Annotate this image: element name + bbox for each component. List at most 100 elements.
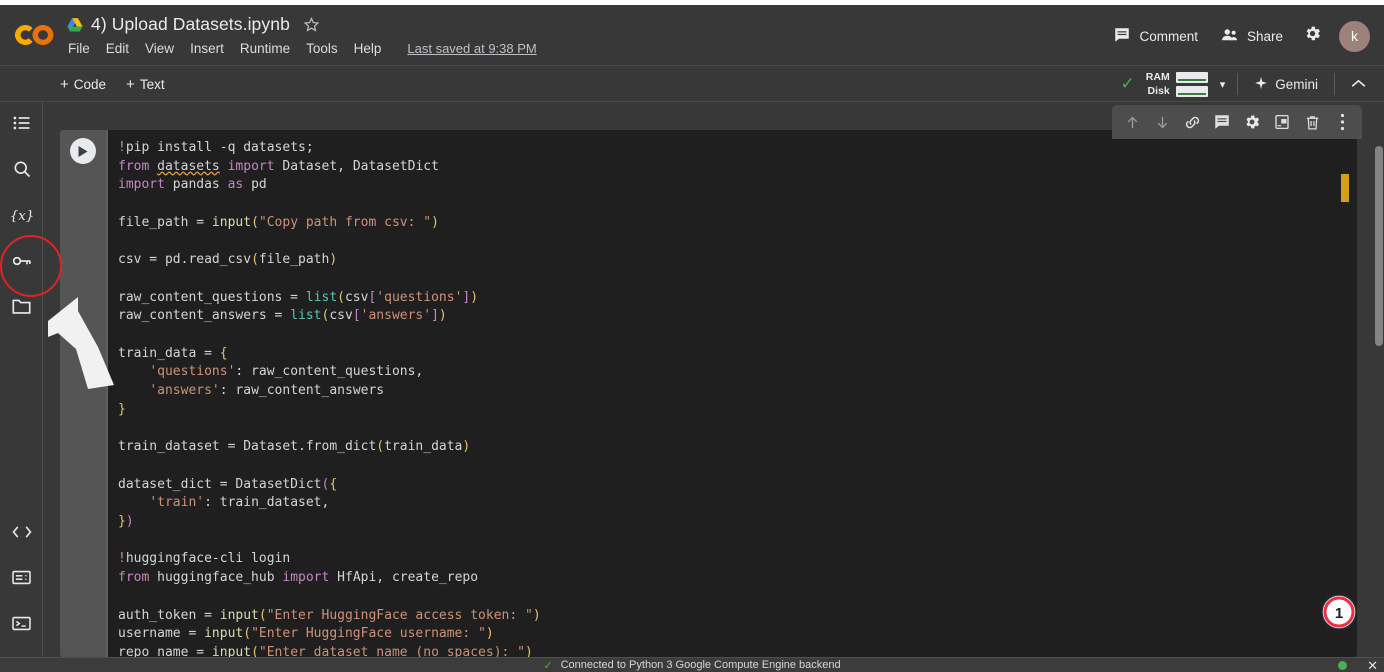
sidebar-top-group: {x}	[0, 102, 43, 332]
code-line	[118, 196, 126, 211]
colab-window: 4) Upload Datasets.ipynb File Edit View …	[0, 0, 1384, 672]
code-line	[118, 589, 126, 604]
svg-text:{x}: {x}	[11, 209, 33, 224]
ram-bar	[1176, 72, 1208, 83]
status-bar: ✓ Connected to Python 3 Google Compute E…	[0, 657, 1384, 672]
people-icon	[1220, 26, 1239, 47]
disk-meter-row: Disk	[1145, 85, 1208, 97]
mirror-cell-icon[interactable]	[1268, 108, 1296, 136]
document-title[interactable]: 4) Upload Datasets.ipynb	[91, 14, 290, 35]
collapse-toolbar-button[interactable]	[1341, 71, 1376, 97]
move-cell-up-icon[interactable]	[1118, 108, 1146, 136]
variables-icon: {x}	[11, 205, 33, 230]
code-editor[interactable]: !pip install -q datasets; from datasets …	[106, 130, 1357, 657]
code-line: import pandas as pd	[118, 177, 267, 192]
code-line: 'train': train_dataset,	[118, 495, 329, 510]
editor-scrollbar[interactable]	[1375, 146, 1383, 346]
resource-meter[interactable]: RAM Disk	[1145, 71, 1208, 97]
code-line: 'questions': raw_content_questions,	[118, 364, 423, 379]
menu-bar: File Edit View Insert Runtime Tools Help…	[68, 41, 537, 56]
toolbar-divider	[1237, 73, 1238, 95]
comment-label: Comment	[1139, 29, 1198, 44]
add-text-cell-button[interactable]: + Text	[118, 73, 173, 96]
command-palette-icon	[11, 569, 32, 591]
sidebar-item-terminal[interactable]	[0, 603, 43, 649]
add-code-label: Code	[74, 77, 106, 92]
add-comment-icon[interactable]	[1208, 108, 1236, 136]
move-cell-down-icon[interactable]	[1148, 108, 1176, 136]
code-line: auth_token = input("Enter HuggingFace ac…	[118, 608, 541, 623]
sidebar-item-code-snippets[interactable]	[0, 511, 43, 557]
sidebar-item-variables[interactable]: {x}	[0, 194, 43, 240]
app-header: 4) Upload Datasets.ipynb File Edit View …	[0, 5, 1384, 66]
search-icon	[12, 159, 32, 184]
code-line: username = input("Enter HuggingFace user…	[118, 626, 494, 641]
close-icon[interactable]: ✕	[1367, 659, 1378, 672]
ram-meter-row: RAM	[1145, 71, 1208, 83]
colab-logo-icon[interactable]	[13, 19, 57, 51]
menu-item-runtime[interactable]: Runtime	[240, 41, 290, 56]
status-bar-right: ✕	[1338, 658, 1378, 672]
connected-check-icon: ✓	[1120, 74, 1134, 94]
sidebar-item-table-of-contents[interactable]	[0, 102, 43, 148]
star-outline-icon[interactable]	[297, 16, 320, 33]
comment-button[interactable]: Comment	[1102, 20, 1209, 53]
ram-label: RAM	[1145, 71, 1170, 83]
status-check-icon: ✓	[543, 659, 552, 672]
avatar[interactable]: k	[1339, 21, 1370, 52]
chevron-down-icon[interactable]: ▾	[1220, 78, 1226, 91]
code-line: csv = pd.read_csv(file_path)	[118, 252, 337, 267]
run-play-icon[interactable]	[70, 138, 96, 164]
gemini-button[interactable]: Gemini	[1244, 71, 1328, 98]
code-line: 'answers': raw_content_answers	[118, 383, 384, 398]
sidebar-item-secrets[interactable]	[0, 240, 43, 286]
menu-item-insert[interactable]: Insert	[190, 41, 224, 56]
code-cell[interactable]: !pip install -q datasets; from datasets …	[60, 130, 1357, 657]
notebook-area: !pip install -q datasets; from datasets …	[44, 102, 1384, 657]
cell-settings-gear-icon[interactable]	[1238, 108, 1266, 136]
menu-item-help[interactable]: Help	[354, 41, 382, 56]
share-button[interactable]: Share	[1209, 20, 1294, 53]
green-status-dot	[1338, 661, 1347, 670]
disk-bar	[1176, 86, 1208, 97]
toolbar-left-group: + Code + Text	[52, 66, 173, 102]
sidebar-item-command-palette[interactable]	[0, 557, 43, 603]
delete-cell-icon[interactable]	[1298, 108, 1326, 136]
notebook-toolbar: + Code + Text ✓ RAM Disk ▾	[0, 66, 1384, 102]
add-code-cell-button[interactable]: + Code	[52, 73, 114, 96]
sparkle-icon	[1254, 76, 1268, 93]
chevron-up-icon	[1351, 75, 1366, 92]
plus-icon: +	[60, 77, 69, 92]
code-line	[118, 533, 126, 548]
code-line: dataset_dict = DatasetDict({	[118, 477, 337, 492]
code-line: !pip install -q datasets;	[118, 140, 314, 155]
sidebar-item-files[interactable]	[0, 286, 43, 332]
more-options-icon[interactable]	[1328, 108, 1356, 136]
terminal-icon	[11, 615, 32, 637]
disk-label: Disk	[1145, 85, 1170, 97]
toolbar-divider	[1334, 73, 1335, 95]
code-line: })	[118, 514, 134, 529]
code-line: train_dataset = Dataset.from_dict(train_…	[118, 439, 470, 454]
code-line: raw_content_answers = list(csv['answers'…	[118, 308, 447, 323]
settings-button[interactable]	[1294, 18, 1330, 54]
cell-focus-rail	[106, 130, 108, 657]
comment-icon	[1113, 26, 1131, 47]
secrets-key-icon	[11, 251, 33, 276]
menu-item-edit[interactable]: Edit	[106, 41, 129, 56]
menu-item-file[interactable]: File	[68, 41, 90, 56]
status-message: Connected to Python 3 Google Compute Eng…	[561, 659, 841, 671]
menu-item-view[interactable]: View	[145, 41, 174, 56]
gemini-label: Gemini	[1275, 77, 1318, 92]
svg-text:1: 1	[1335, 605, 1343, 622]
google-drive-icon	[66, 17, 84, 33]
menu-item-tools[interactable]: Tools	[306, 41, 338, 56]
code-line	[118, 271, 126, 286]
sidebar-bottom-group	[0, 511, 43, 649]
sidebar-item-search[interactable]	[0, 148, 43, 194]
link-to-cell-icon[interactable]	[1178, 108, 1206, 136]
last-saved-label[interactable]: Last saved at 9:38 PM	[407, 41, 536, 56]
document-title-row: 4) Upload Datasets.ipynb	[66, 14, 320, 35]
code-line: !huggingface-cli login	[118, 551, 290, 566]
add-text-label: Text	[140, 77, 165, 92]
